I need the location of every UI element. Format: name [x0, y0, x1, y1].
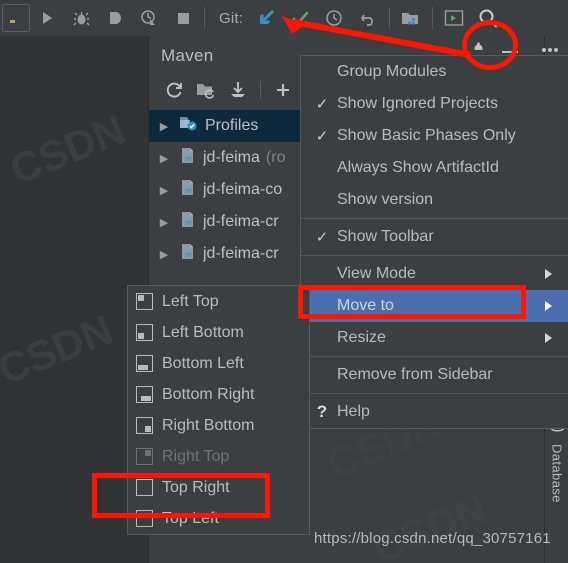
menu-item-label: Show Ignored Projects [337, 95, 498, 112]
checkmark-icon: ✓ [315, 128, 329, 145]
menu-item-show-toolbar[interactable]: ✓ Show Toolbar [301, 221, 568, 253]
menu-separator [301, 218, 568, 219]
project-selector-icon[interactable] [2, 4, 30, 32]
ide-window: Git: CSDN CSDN Maven ▶ Profiles ▶ m jd-f… [0, 0, 568, 563]
submenu-item-left-top[interactable]: Left Top [128, 286, 309, 317]
position-bottom-right-icon [136, 386, 153, 403]
submenu-item-left-bottom[interactable]: Left Bottom [128, 317, 309, 348]
maven-module-icon: m [179, 211, 197, 234]
maven-module-icon: m [179, 243, 197, 266]
svg-text:m: m [185, 186, 192, 195]
debug-icon[interactable] [64, 1, 98, 35]
submenu-item-label: Left Bottom [162, 323, 244, 341]
history-icon[interactable] [317, 1, 351, 35]
svg-text:m: m [185, 218, 192, 227]
toolbar-separator-3 [432, 7, 434, 29]
run-with-coverage-icon[interactable] [98, 1, 132, 35]
menu-item-label: Always Show ArtifactId [337, 159, 499, 176]
menu-item-show-ignored-projects[interactable]: ✓ Show Ignored Projects [301, 88, 568, 120]
add-maven-project-icon[interactable] [268, 75, 298, 105]
reload-all-maven-projects-icon[interactable] [159, 75, 189, 105]
generate-sources-icon[interactable] [191, 75, 221, 105]
tree-row-label: jd-feima-cr [203, 245, 279, 262]
svg-text:m: m [185, 154, 192, 163]
menu-item-help[interactable]: ? Help [301, 396, 568, 428]
tree-row-label: jd-feima [203, 149, 260, 166]
position-right-bottom-icon [136, 417, 153, 434]
menu-item-always-show-artifactid[interactable]: Always Show ArtifactId [301, 152, 568, 184]
watermark-url: https://blog.csdn.net/qq_30757161 [314, 530, 551, 547]
rollback-icon[interactable] [351, 1, 385, 35]
toolbar-separator-2 [389, 7, 391, 29]
expand-arrow-icon[interactable]: ▶ [155, 152, 173, 165]
submenu-item-label: Left Top [162, 292, 219, 310]
maven-module-icon: m [179, 179, 197, 202]
menu-item-label: View Mode [337, 265, 416, 282]
submenu-item-right-top: Right Top [128, 441, 309, 472]
position-bottom-left-icon [136, 355, 153, 372]
download-sources-icon[interactable] [223, 75, 253, 105]
position-right-top-icon [136, 448, 153, 465]
run-icon[interactable] [30, 1, 64, 35]
menu-item-group-modules[interactable]: Group Modules [301, 56, 568, 88]
stop-icon[interactable] [166, 1, 200, 35]
submenu-item-label: Bottom Right [162, 385, 255, 403]
annotation-box-top-right [92, 473, 270, 518]
maven-module-icon: m [179, 147, 197, 170]
maven-settings-context-menu: Group Modules ✓ Show Ignored Projects ✓ … [300, 55, 568, 429]
expand-arrow-icon[interactable]: ▶ [155, 184, 173, 197]
annotation-box-move-to [298, 285, 526, 319]
position-left-top-icon [136, 293, 153, 310]
tree-row-suffix: (ro [265, 149, 286, 166]
menu-item-show-basic-phases-only[interactable]: ✓ Show Basic Phases Only [301, 120, 568, 152]
svg-text:m: m [185, 250, 192, 259]
expand-arrow-icon[interactable]: ▶ [155, 248, 173, 261]
submenu-item-label: Right Bottom [162, 416, 255, 434]
checkmark-icon: ✓ [315, 96, 329, 113]
submenu-item-label: Right Top [162, 447, 230, 465]
menu-separator [301, 356, 568, 357]
project-structure-icon[interactable] [394, 1, 428, 35]
tree-row-label: Profiles [205, 117, 259, 134]
expand-arrow-icon[interactable]: ▶ [155, 120, 173, 133]
help-icon: ? [316, 402, 328, 421]
menu-item-label: Show Basic Phases Only [337, 127, 516, 144]
git-label: Git: [219, 9, 244, 27]
profile-icon[interactable] [132, 1, 166, 35]
submenu-item-bottom-right[interactable]: Bottom Right [128, 379, 309, 410]
sidebar-item-database-label: Database [549, 444, 565, 503]
position-left-bottom-icon [136, 324, 153, 341]
menu-item-label: Show version [337, 191, 434, 208]
menu-item-label: Resize [337, 329, 386, 346]
update-project-icon[interactable] [249, 1, 283, 35]
expand-arrow-icon[interactable]: ▶ [155, 216, 173, 229]
commit-icon[interactable] [283, 1, 317, 35]
submenu-item-label: Bottom Left [162, 354, 244, 372]
profiles-icon [179, 115, 199, 137]
maven-toolbar-separator [260, 81, 261, 99]
menu-item-resize[interactable]: Resize [301, 322, 568, 354]
menu-item-label: Show Toolbar [337, 228, 434, 245]
toolbar-separator [204, 7, 205, 29]
menu-item-label: Group Modules [337, 63, 447, 80]
submenu-item-right-bottom[interactable]: Right Bottom [128, 410, 309, 441]
submenu-arrow-icon [545, 333, 552, 343]
watermark-ghost-1: CSDN [3, 105, 132, 194]
menu-item-label: Remove from Sidebar [337, 366, 493, 383]
watermark-ghost-2: CSDN [0, 305, 120, 394]
tree-row-label: jd-feima-co [203, 181, 283, 198]
menu-item-label: Help [337, 403, 370, 420]
annotation-circle-gear [462, 20, 518, 70]
submenu-item-bottom-left[interactable]: Bottom Left [128, 348, 309, 379]
sidebar-item-database[interactable]: Database [545, 416, 568, 503]
menu-separator [301, 393, 568, 394]
submenu-arrow-icon [545, 301, 552, 311]
menu-separator [301, 255, 568, 256]
checkmark-icon: ✓ [315, 229, 329, 246]
menu-item-show-version[interactable]: Show version [301, 184, 568, 216]
menu-item-remove-from-sidebar[interactable]: Remove from Sidebar [301, 359, 568, 391]
submenu-arrow-icon [545, 269, 552, 279]
tree-row-label: jd-feima-cr [203, 213, 279, 230]
